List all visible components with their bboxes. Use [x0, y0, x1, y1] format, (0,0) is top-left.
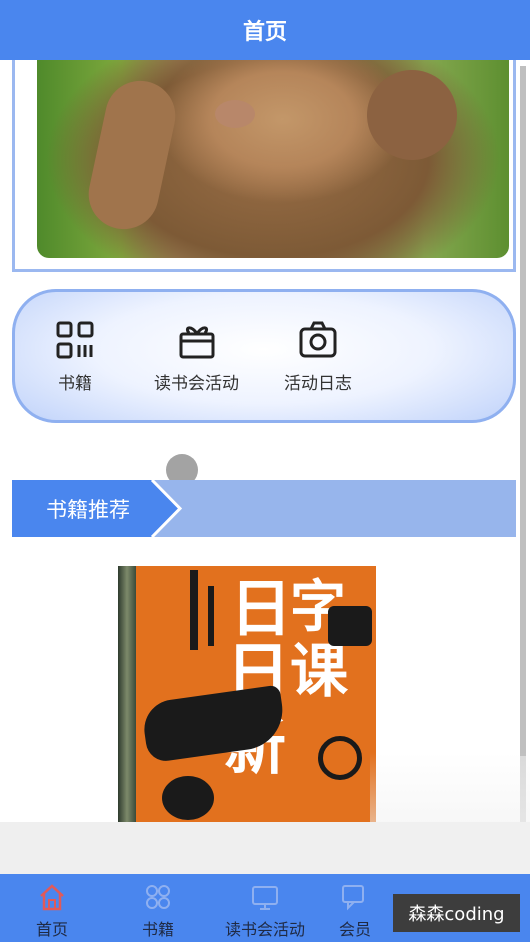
tab-label: 书籍 — [141, 922, 174, 939]
banner-image[interactable] — [37, 60, 509, 258]
nav-item-label: 读书会活动 — [154, 374, 239, 393]
tab-member[interactable]: 会员 — [330, 874, 380, 942]
nav-item-books[interactable]: 书籍 — [54, 319, 96, 394]
book-illustration-flower — [162, 776, 214, 820]
qrcode-icon — [56, 321, 94, 359]
rabbit-nose — [215, 100, 255, 128]
rabbit-ear-right — [352, 60, 472, 175]
fade-overlay — [370, 752, 530, 874]
page-title: 首页 — [242, 19, 287, 44]
tab-label: 首页 — [35, 922, 68, 939]
watermark-text: 森森coding — [408, 904, 505, 925]
tab-label: 会员 — [338, 922, 371, 939]
section-title: 书籍推荐 — [46, 499, 130, 522]
nav-item-label: 活动日志 — [284, 374, 352, 393]
nav-item-label: 书籍 — [58, 374, 92, 393]
grid-icon — [146, 885, 170, 909]
book-illustration-shirt — [328, 606, 372, 646]
chat-icon — [342, 885, 364, 911]
rabbit-ear-left — [82, 74, 182, 236]
book-illustration-bamboo — [208, 586, 214, 646]
gift-icon — [179, 326, 214, 359]
app-header: 首页 — [0, 0, 530, 60]
book-spine — [118, 566, 136, 822]
watermark-badge: 森森coding — [393, 894, 520, 932]
book-illustration-bamboo — [190, 570, 198, 650]
tab-books[interactable]: 书籍 — [128, 874, 188, 942]
scrollbar-thumb[interactable] — [520, 66, 526, 756]
quick-nav-card: 书籍 读书会活动 活动日志 — [12, 289, 516, 423]
tab-label: 读书会活动 — [224, 922, 305, 939]
camera-icon — [299, 321, 337, 358]
book-cover[interactable]: 日 字 日 课 新 — [118, 566, 376, 822]
book-illustration-wheel — [318, 736, 362, 780]
nav-item-activity-log[interactable]: 活动日志 — [284, 319, 352, 394]
monitor-icon — [252, 886, 278, 910]
home-icon — [40, 884, 64, 911]
tab-reading-club[interactable]: 读书会活动 — [220, 874, 310, 942]
tab-home[interactable]: 首页 — [22, 874, 82, 942]
nav-item-reading-club[interactable]: 读书会活动 — [154, 319, 239, 394]
banner-frame — [12, 60, 516, 272]
